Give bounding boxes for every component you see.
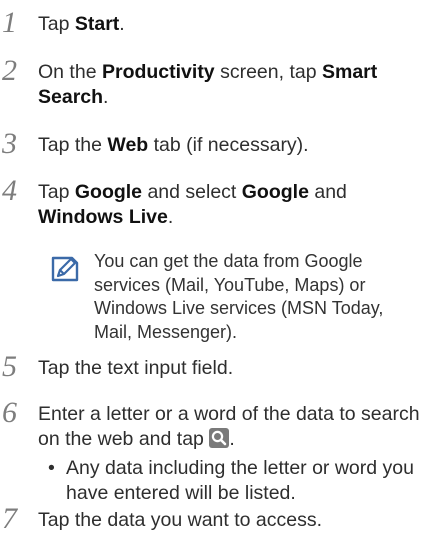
step-number: 7 xyxy=(2,502,17,535)
step-text: Tap the data you want to access. xyxy=(38,509,323,531)
ui-term: Start xyxy=(74,13,120,35)
step-text: Tap the text input field. xyxy=(38,357,234,379)
bullet-item: • Any data including the letter or word … xyxy=(48,456,420,506)
ui-term: Web xyxy=(107,134,149,156)
step-number: 4 xyxy=(2,174,17,207)
step-text: On the Productivity screen, tap Smart Se… xyxy=(38,61,378,108)
ui-term: Google xyxy=(241,181,309,203)
step-text: Tap the Web tab (if necessary). xyxy=(38,134,309,156)
step-number: 3 xyxy=(2,127,17,160)
search-icon xyxy=(209,428,230,448)
note-text: You can get the data from Google service… xyxy=(94,251,384,342)
bullet-text: Any data including the letter or word yo… xyxy=(66,457,414,504)
step-text: Tap Google and select Google and Windows… xyxy=(38,181,347,228)
bullet-dot: • xyxy=(48,457,55,479)
step-text: Tap Start. xyxy=(38,13,125,35)
step-text: Enter a letter or a word of the data to … xyxy=(38,403,420,450)
note-pencil-icon xyxy=(51,256,79,282)
ui-term: Google xyxy=(74,181,143,203)
step-number: 2 xyxy=(2,54,17,87)
step-number: 1 xyxy=(2,6,17,39)
step-number: 6 xyxy=(2,396,17,429)
ui-term: Windows Live xyxy=(38,206,168,228)
ui-term: Productivity xyxy=(101,61,215,83)
step-number: 5 xyxy=(2,350,17,383)
